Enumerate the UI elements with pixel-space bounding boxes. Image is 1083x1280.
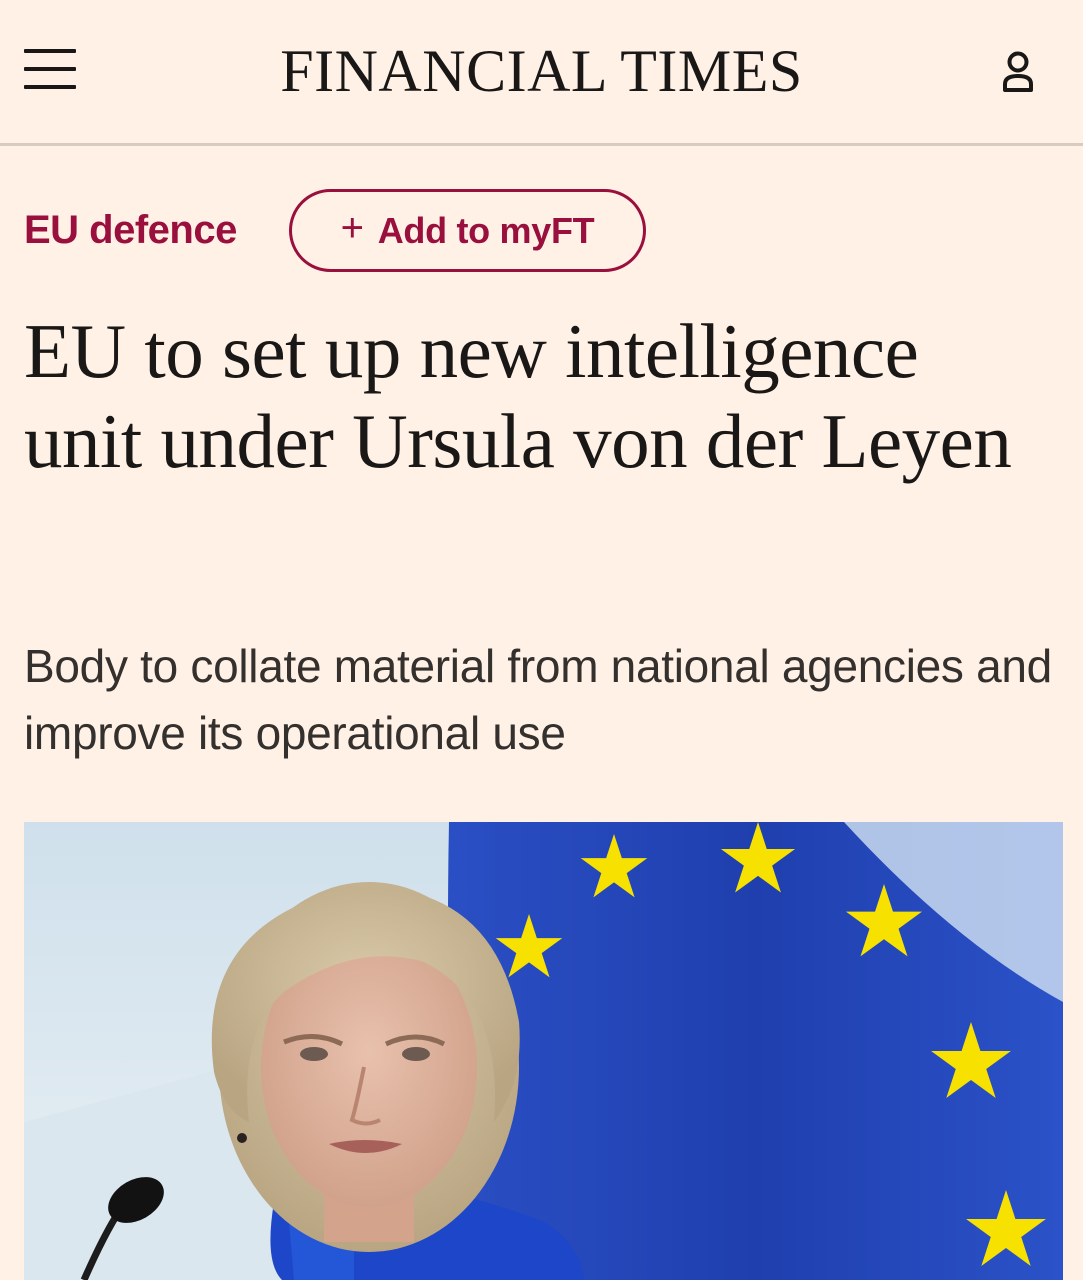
article-hero-image [24, 822, 1063, 1280]
add-to-myft-button[interactable]: + Add to myFT [289, 189, 646, 272]
account-button[interactable] [996, 48, 1040, 94]
plus-icon: + [340, 206, 364, 250]
topic-link[interactable]: EU defence [24, 206, 237, 254]
site-header: FINANCIAL TIMES [0, 0, 1083, 146]
article-headline: EU to set up new intelligence unit under… [24, 308, 1012, 484]
add-to-myft-label: Add to myFT [377, 209, 595, 251]
article-standfirst: Body to collate material from national a… [24, 640, 1052, 759]
masthead-logo[interactable]: FINANCIAL TIMES [0, 36, 1083, 106]
hero-photo [24, 822, 1063, 1280]
user-account-icon [1003, 51, 1033, 92]
